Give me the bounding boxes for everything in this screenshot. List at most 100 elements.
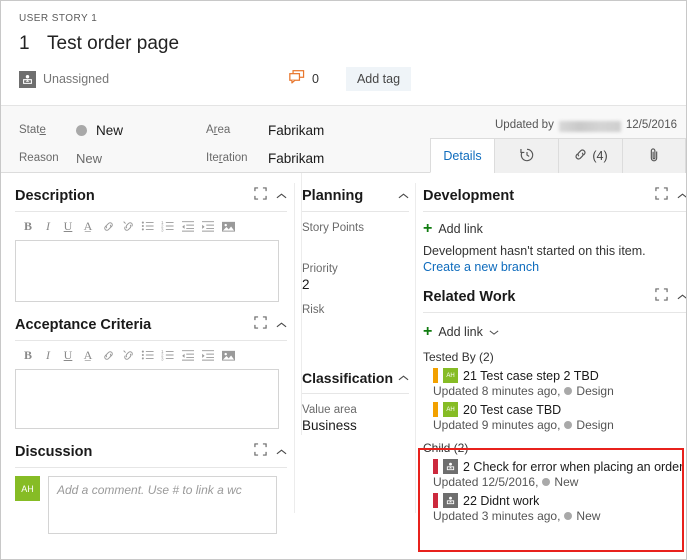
underline-icon[interactable]: U — [59, 217, 77, 235]
comment-count: 0 — [312, 72, 319, 86]
iteration-label: Iteration — [206, 152, 248, 164]
add-tag-button[interactable]: Add tag — [345, 67, 412, 91]
comment-input[interactable]: Add a comment. Use # to link a wc — [48, 476, 277, 534]
form-body: Description B I U A̲ 1 2 3 Acceptance Cr… — [1, 173, 686, 559]
development-title: Development — [423, 188, 515, 204]
chevron-up-icon[interactable] — [276, 443, 287, 461]
description-title: Description — [15, 188, 95, 204]
paperclip-icon — [647, 147, 661, 166]
outdent-icon[interactable] — [179, 217, 197, 235]
work-item-form: USER STORY 1 1 Test order page Unassigne… — [0, 0, 687, 560]
discussion-rule — [15, 467, 287, 468]
chevron-up-icon[interactable] — [276, 316, 287, 334]
area-field-group: Area Fabrikam Iteration Fabrikam — [206, 116, 324, 172]
list-item[interactable]: 2 Check for error when placing an order … — [423, 459, 686, 489]
expand-icon[interactable] — [655, 288, 668, 306]
work-item-updated: Updated 9 minutes ago, — [433, 418, 561, 432]
updated-by-info: Updated by 12/5/2016 — [495, 119, 677, 132]
clear-format-icon[interactable]: A̲ — [79, 217, 97, 235]
indent-icon[interactable] — [199, 346, 217, 364]
work-item-state: New — [554, 475, 579, 489]
italic-icon[interactable]: I — [39, 346, 57, 364]
area-value: Fabrikam — [268, 122, 325, 138]
story-points-label: Story Points — [302, 222, 364, 234]
expand-icon[interactable] — [254, 316, 267, 334]
chevron-up-icon[interactable] — [276, 187, 287, 205]
bold-icon[interactable]: B — [19, 346, 37, 364]
expand-icon[interactable] — [254, 187, 267, 205]
list-item[interactable]: AH 20 Test case TBD Updated 9 minutes ag… — [423, 402, 686, 432]
underline-icon[interactable]: U — [59, 346, 77, 364]
work-item-link[interactable]: 22 Didnt work — [463, 494, 539, 508]
priority-label: Priority — [302, 263, 338, 275]
acceptance-criteria-rte-toolbar: B I U A̲ 123 — [15, 341, 287, 369]
work-item-link[interactable]: 2 Check for error when placing an order — [463, 460, 683, 474]
expand-icon[interactable] — [254, 443, 267, 461]
avatar: AH — [15, 476, 40, 501]
chevron-up-icon[interactable] — [677, 187, 686, 205]
acceptance-criteria-title: Acceptance Criteria — [15, 317, 152, 333]
chevron-up-icon[interactable] — [677, 288, 686, 306]
development-section-header: Development — [423, 187, 686, 205]
bold-icon[interactable]: B — [19, 217, 37, 235]
development-rule — [423, 211, 686, 212]
chevron-up-icon[interactable] — [398, 369, 409, 387]
development-add-link-button[interactable]: + Add link — [423, 221, 686, 237]
insert-image-icon[interactable] — [219, 346, 237, 364]
comment-count-chip[interactable]: 0 — [289, 69, 319, 89]
priority-value[interactable]: 2 — [302, 277, 409, 294]
tab-attachments[interactable] — [622, 138, 686, 173]
italic-icon[interactable]: I — [39, 217, 57, 235]
work-item-header: USER STORY 1 1 Test order page Unassigne… — [1, 1, 686, 105]
plus-icon: + — [423, 323, 433, 340]
tab-history[interactable] — [494, 138, 558, 173]
related-work-add-link-label: Add link — [438, 325, 483, 339]
numbered-list-icon[interactable]: 123 — [159, 346, 177, 364]
value-area-value[interactable]: Business — [302, 418, 409, 435]
description-input[interactable] — [15, 240, 279, 302]
bullet-list-icon[interactable] — [139, 217, 157, 235]
related-work-add-link-button[interactable]: + Add link — [423, 323, 686, 341]
tab-details[interactable]: Details — [430, 138, 494, 173]
chevron-down-icon[interactable] — [489, 323, 499, 341]
risk-value[interactable] — [302, 318, 409, 335]
area-field[interactable]: Area Fabrikam — [206, 116, 324, 144]
indent-icon[interactable] — [199, 217, 217, 235]
reason-field[interactable]: Reason New — [19, 144, 123, 172]
state-value: New — [96, 122, 124, 138]
breadcrumb: USER STORY 1 — [19, 13, 98, 24]
acceptance-criteria-input[interactable] — [15, 369, 279, 429]
remove-link-icon[interactable] — [119, 346, 137, 364]
story-points-value[interactable] — [302, 236, 409, 253]
child-group-heading: Child (2) — [423, 441, 469, 455]
list-item[interactable]: AH 21 Test case step 2 TBD Updated 8 min… — [423, 368, 686, 398]
page-title[interactable]: Test order page — [47, 33, 179, 55]
work-item-link[interactable]: 20 Test case TBD — [463, 403, 561, 417]
work-item-link[interactable]: 21 Test case step 2 TBD — [463, 369, 599, 383]
insert-link-icon[interactable] — [99, 217, 117, 235]
history-clock-icon — [519, 147, 535, 166]
area-label: Area — [206, 124, 231, 136]
work-item-updated: Updated 12/5/2016, — [433, 475, 539, 489]
updated-by-label: Updated by — [495, 119, 554, 131]
discussion-composer: AH Add a comment. Use # to link a wc — [15, 476, 287, 534]
iteration-value: Fabrikam — [268, 150, 325, 166]
reason-value: New — [76, 150, 103, 166]
list-item[interactable]: 22 Didnt work Updated 3 minutes ago, New — [423, 493, 686, 523]
outdent-icon[interactable] — [179, 346, 197, 364]
iteration-field[interactable]: Iteration Fabrikam — [206, 144, 324, 172]
insert-link-icon[interactable] — [99, 346, 117, 364]
insert-image-icon[interactable] — [219, 217, 237, 235]
assigned-to-chip[interactable]: Unassigned — [19, 70, 109, 88]
chevron-up-icon[interactable] — [398, 187, 409, 205]
column-middle: Planning Story Points Priority 2 Risk Cl… — [301, 173, 409, 435]
state-field[interactable]: State New — [19, 116, 123, 144]
bullet-list-icon[interactable] — [139, 346, 157, 364]
remove-link-icon[interactable] — [119, 217, 137, 235]
expand-icon[interactable] — [655, 187, 668, 205]
clear-format-icon[interactable]: A̲ — [79, 346, 97, 364]
create-branch-link[interactable]: Create a new branch — [423, 260, 686, 274]
classification-section-header: Classification — [302, 369, 409, 387]
tab-links[interactable]: (4) — [558, 138, 622, 173]
numbered-list-icon[interactable]: 123 — [159, 217, 177, 235]
